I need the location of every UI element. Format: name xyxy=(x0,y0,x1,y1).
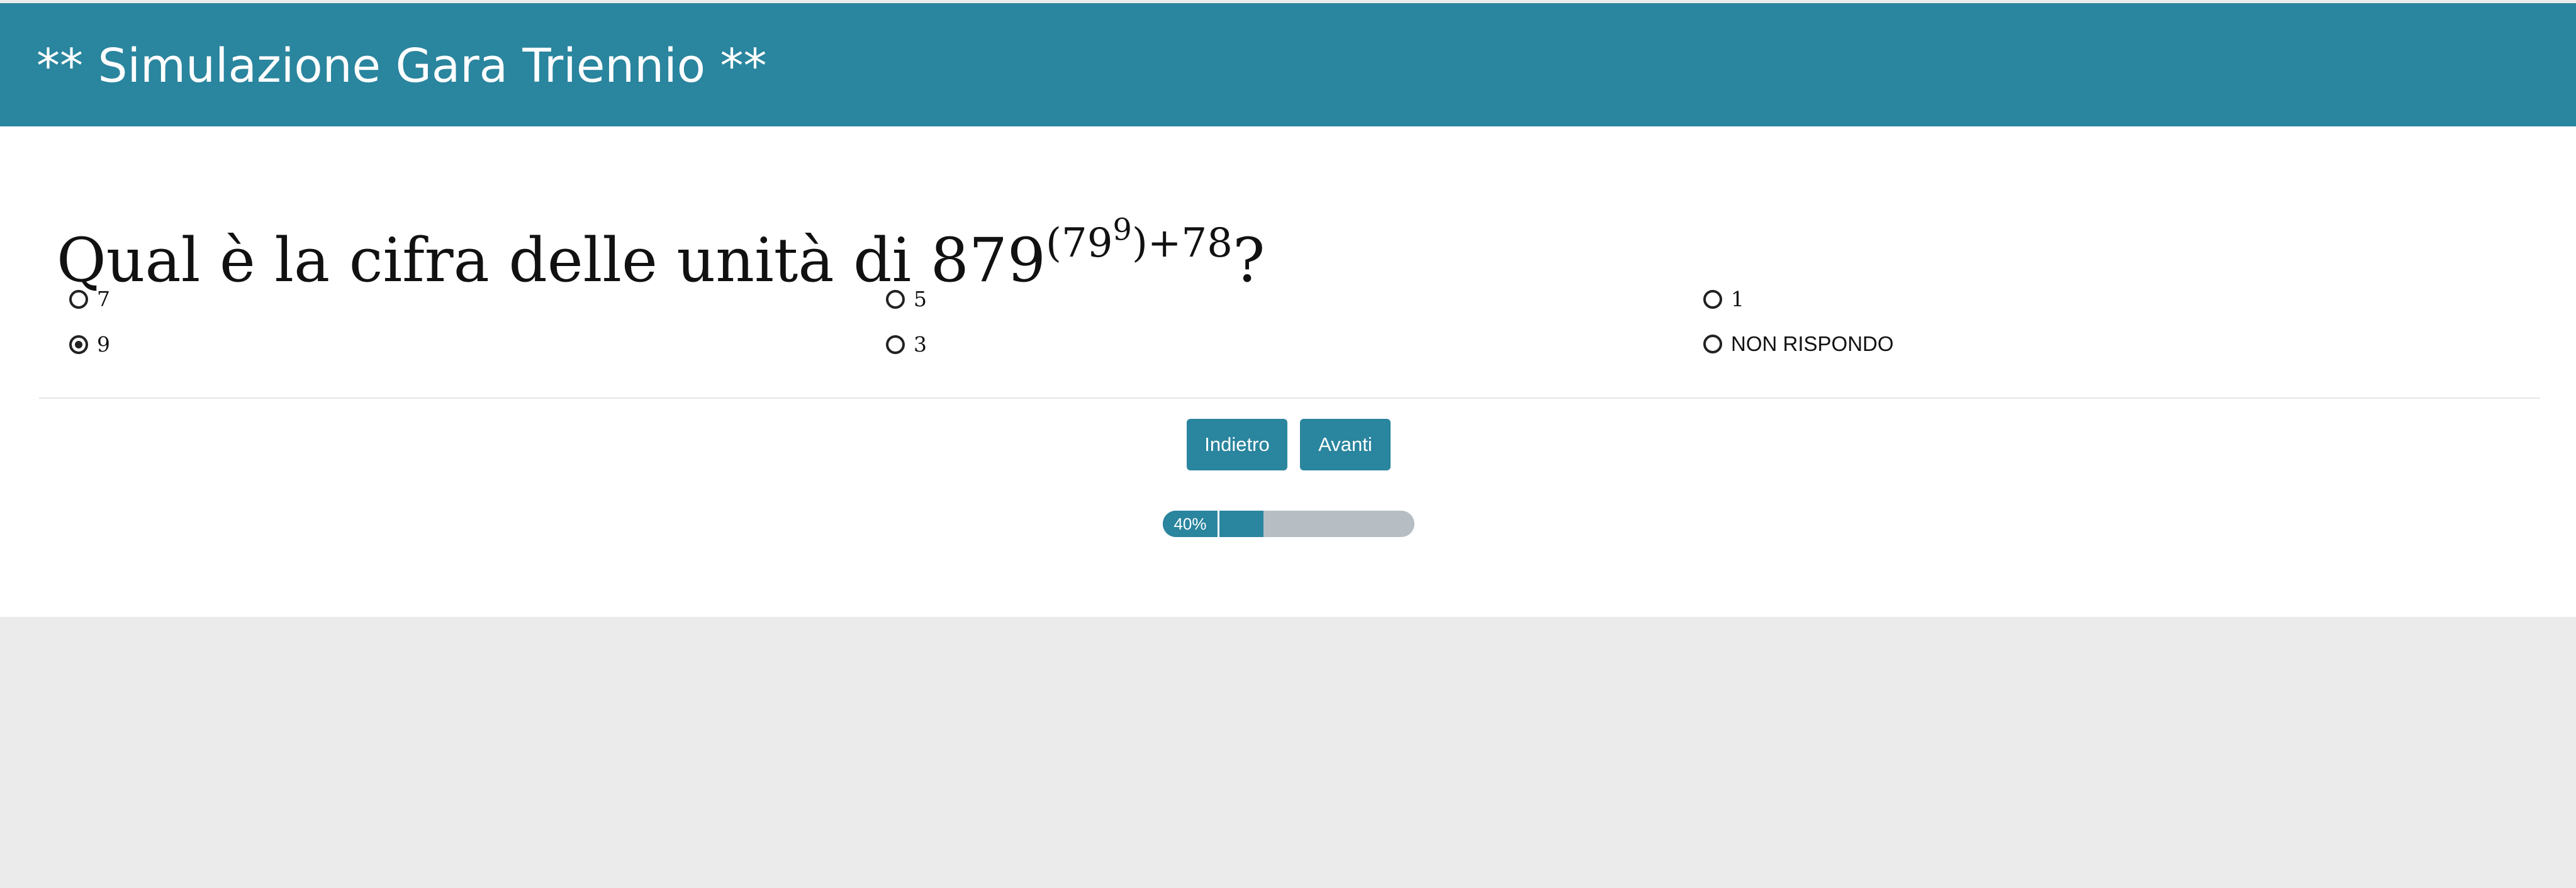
option-9[interactable]: 9 xyxy=(69,332,110,357)
option-label: NON RISPONDO xyxy=(1731,332,1894,355)
exponent-inner: 9 xyxy=(1112,213,1132,248)
option-label: 9 xyxy=(97,332,110,357)
option-label: 5 xyxy=(914,287,927,311)
radio-button[interactable] xyxy=(886,289,905,309)
exponent-base: (79 xyxy=(1046,220,1113,267)
question-prefix: Qual è la cifra delle unità di 879 xyxy=(57,225,1046,296)
progress-bar: 40% xyxy=(1163,511,1414,537)
exponent-close: )+78 xyxy=(1131,220,1233,267)
next-button[interactable]: Avanti xyxy=(1300,419,1391,470)
radio-button[interactable] xyxy=(69,335,88,354)
radio-button[interactable] xyxy=(1703,335,1722,353)
radio-button[interactable] xyxy=(1703,289,1722,309)
question-card: Qual è la cifra delle unità di 879(799)+… xyxy=(0,126,2576,617)
radio-button[interactable] xyxy=(69,289,88,309)
progress-label: 40% xyxy=(1163,511,1219,537)
option-label: 1 xyxy=(1731,287,1744,311)
option-7[interactable]: 7 xyxy=(69,287,110,311)
question-exponent: (799)+78 xyxy=(1046,213,1233,267)
option-3[interactable]: 3 xyxy=(886,332,927,357)
option-label: 7 xyxy=(97,287,110,311)
option-5[interactable]: 5 xyxy=(886,287,927,311)
divider xyxy=(39,397,2540,399)
back-button[interactable]: Indietro xyxy=(1187,419,1287,470)
option-1[interactable]: 1 xyxy=(1703,287,1744,311)
question-text: Qual è la cifra delle unità di 879(799)+… xyxy=(57,189,1265,301)
radio-button[interactable] xyxy=(886,335,905,354)
question-suffix: ? xyxy=(1232,225,1265,296)
option-non-rispondo[interactable]: NON RISPONDO xyxy=(1703,332,1894,356)
option-label: 3 xyxy=(914,332,927,357)
app-header: ** Simulazione Gara Triennio ** xyxy=(0,3,2576,126)
page-title: ** Simulazione Gara Triennio ** xyxy=(36,39,767,93)
